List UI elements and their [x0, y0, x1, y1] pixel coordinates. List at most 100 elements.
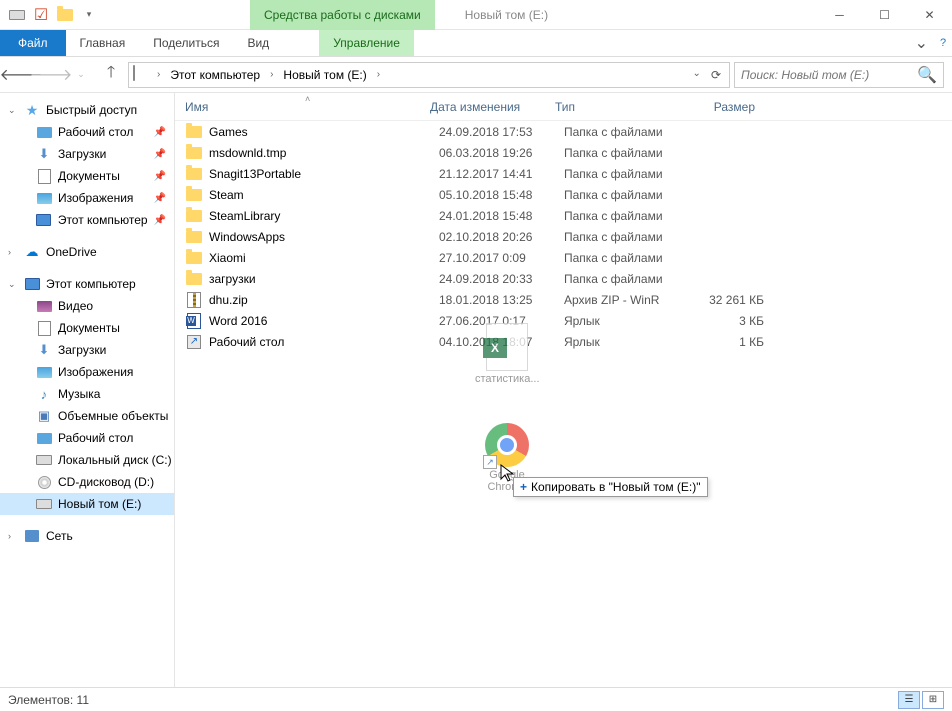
- file-row[interactable]: SteamLibrary24.01.2018 15:48Папка с файл…: [175, 205, 952, 226]
- close-button[interactable]: ✕: [907, 0, 952, 30]
- network-icon: [24, 528, 40, 544]
- help-button[interactable]: ?: [940, 30, 952, 56]
- recent-dropdown[interactable]: ⌄: [68, 62, 94, 88]
- status-text: Элементов: 11: [8, 693, 89, 707]
- view-icons-button[interactable]: ⊞: [922, 691, 944, 709]
- col-header-type[interactable]: Тип: [555, 100, 675, 114]
- file-tab[interactable]: Файл: [0, 30, 66, 56]
- chevron-right-icon[interactable]: ›: [155, 69, 162, 80]
- expand-icon[interactable]: ›: [8, 247, 18, 257]
- search-box[interactable]: 🔍: [734, 62, 944, 88]
- sidebar-item-label: Загрузки: [58, 343, 106, 357]
- expand-icon[interactable]: ⌄: [8, 279, 18, 290]
- sidebar-item[interactable]: ⬇Загрузки📌: [0, 143, 174, 165]
- file-name: msdownld.tmp: [209, 146, 439, 160]
- qat-newfolder-icon[interactable]: [54, 4, 76, 26]
- ribbon-tab-manage[interactable]: Управление: [319, 30, 414, 56]
- file-row[interactable]: WindowsApps02.10.2018 20:26Папка с файла…: [175, 226, 952, 247]
- file-row[interactable]: Рабочий стол04.10.2018 18:07Ярлык1 КБ: [175, 331, 952, 352]
- up-button[interactable]: 🡑: [98, 62, 124, 88]
- breadcrumb-seg-pc[interactable]: Этот компьютер: [166, 68, 264, 82]
- view-details-button[interactable]: ☰: [898, 691, 920, 709]
- address-dropdown-icon[interactable]: ⌄: [689, 68, 705, 82]
- file-date: 02.10.2018 20:26: [439, 230, 564, 244]
- file-row[interactable]: загрузки24.09.2018 20:33Папка с файлами: [175, 268, 952, 289]
- file-row[interactable]: Steam05.10.2018 15:48Папка с файлами: [175, 184, 952, 205]
- file-row[interactable]: Snagit13Portable21.12.2017 14:41Папка с …: [175, 163, 952, 184]
- file-date: 06.03.2018 19:26: [439, 146, 564, 160]
- app-icon: [6, 4, 28, 26]
- sidebar-label: OneDrive: [46, 245, 97, 259]
- ribbon-tabs: Файл Главная Поделиться Вид Управление ⌄…: [0, 30, 952, 57]
- forward-button[interactable]: 🡒: [38, 62, 64, 88]
- sidebar-network[interactable]: › Сеть: [0, 525, 174, 547]
- sidebar-item[interactable]: Видео: [0, 295, 174, 317]
- sidebar-item[interactable]: Документы📌: [0, 165, 174, 187]
- file-name: dhu.zip: [209, 293, 439, 307]
- address-bar[interactable]: › Этот компьютер › Новый том (E:) › ⌄ ⟳: [128, 62, 730, 88]
- chevron-right-icon[interactable]: ›: [268, 69, 275, 80]
- col-header-name[interactable]: Имя: [175, 100, 430, 114]
- file-date: 27.10.2017 0:09: [439, 251, 564, 265]
- sidebar-item-label: Новый том (E:): [58, 497, 141, 511]
- sidebar-item[interactable]: Рабочий стол📌: [0, 121, 174, 143]
- tree-icon: [36, 496, 52, 512]
- col-header-date[interactable]: Дата изменения: [430, 100, 555, 114]
- tree-icon: [36, 364, 52, 380]
- file-type: Ярлык: [564, 314, 684, 328]
- search-input[interactable]: [741, 68, 917, 82]
- sidebar-item[interactable]: Изображения📌: [0, 187, 174, 209]
- sidebar-item[interactable]: CD-дисковод (D:): [0, 471, 174, 493]
- file-type: Папка с файлами: [564, 272, 684, 286]
- ribbon-tab-home[interactable]: Главная: [66, 30, 140, 56]
- tree-icon: ▣: [36, 408, 52, 424]
- sidebar-item[interactable]: Этот компьютер📌: [0, 209, 174, 231]
- ribbon-expand-button[interactable]: ⌄: [903, 30, 940, 56]
- chevron-right-icon[interactable]: ›: [375, 69, 382, 80]
- file-size: 3 КБ: [684, 314, 764, 328]
- breadcrumb-seg-drive[interactable]: Новый том (E:): [279, 68, 370, 82]
- sidebar-item[interactable]: Изображения: [0, 361, 174, 383]
- ribbon-tab-share[interactable]: Поделиться: [139, 30, 233, 56]
- drive-icon: [133, 66, 151, 84]
- tree-icon: ⬇: [36, 146, 52, 162]
- refresh-button[interactable]: ⟳: [707, 68, 725, 82]
- sidebar-item[interactable]: Локальный диск (C:): [0, 449, 174, 471]
- window-title: Новый том (E:): [465, 8, 548, 22]
- maximize-button[interactable]: ☐: [862, 0, 907, 30]
- file-name: SteamLibrary: [209, 209, 439, 223]
- sidebar-item[interactable]: ▣Объемные объекты: [0, 405, 174, 427]
- sidebar-onedrive[interactable]: › ☁ OneDrive: [0, 241, 174, 263]
- tree-icon: ♪: [36, 386, 52, 402]
- qat-dropdown-icon[interactable]: ▾: [78, 4, 100, 26]
- sidebar-item[interactable]: ♪Музыка: [0, 383, 174, 405]
- file-type: Папка с файлами: [564, 146, 684, 160]
- qat-properties-icon[interactable]: ☑: [30, 4, 52, 26]
- search-icon[interactable]: 🔍: [917, 65, 937, 85]
- ribbon-tab-view[interactable]: Вид: [233, 30, 283, 56]
- file-row[interactable]: Xiaomi27.10.2017 0:09Папка с файлами: [175, 247, 952, 268]
- expand-icon[interactable]: ⌄: [8, 105, 18, 116]
- sidebar-item[interactable]: Рабочий стол: [0, 427, 174, 449]
- file-date: 05.10.2018 15:48: [439, 188, 564, 202]
- file-row[interactable]: Word 201627.06.2017 0:17Ярлык3 КБ: [175, 310, 952, 331]
- file-row[interactable]: msdownld.tmp06.03.2018 19:26Папка с файл…: [175, 142, 952, 163]
- file-icon: [185, 249, 203, 267]
- sidebar-item[interactable]: ⬇Загрузки: [0, 339, 174, 361]
- expand-icon[interactable]: ›: [8, 531, 18, 541]
- sidebar-quick-access[interactable]: ⌄ ★ Быстрый доступ: [0, 99, 174, 121]
- sidebar-item[interactable]: Новый том (E:): [0, 493, 174, 515]
- file-date: 24.01.2018 15:48: [439, 209, 564, 223]
- minimize-button[interactable]: ─: [817, 0, 862, 30]
- file-row[interactable]: Games24.09.2018 17:53Папка с файлами: [175, 121, 952, 142]
- file-name: Xiaomi: [209, 251, 439, 265]
- column-headers: Имя Дата изменения Тип Размер: [175, 93, 952, 121]
- file-icon: [185, 270, 203, 288]
- drop-tooltip: + Копировать в "Новый том (E:)": [513, 477, 708, 497]
- file-row[interactable]: dhu.zip18.01.2018 13:25Архив ZIP - WinR3…: [175, 289, 952, 310]
- file-type: Папка с файлами: [564, 125, 684, 139]
- drag-ghost-excel: X статистика...: [475, 323, 539, 385]
- sidebar-item[interactable]: Документы: [0, 317, 174, 339]
- col-header-size[interactable]: Размер: [675, 100, 755, 114]
- sidebar-this-pc[interactable]: ⌄ Этот компьютер: [0, 273, 174, 295]
